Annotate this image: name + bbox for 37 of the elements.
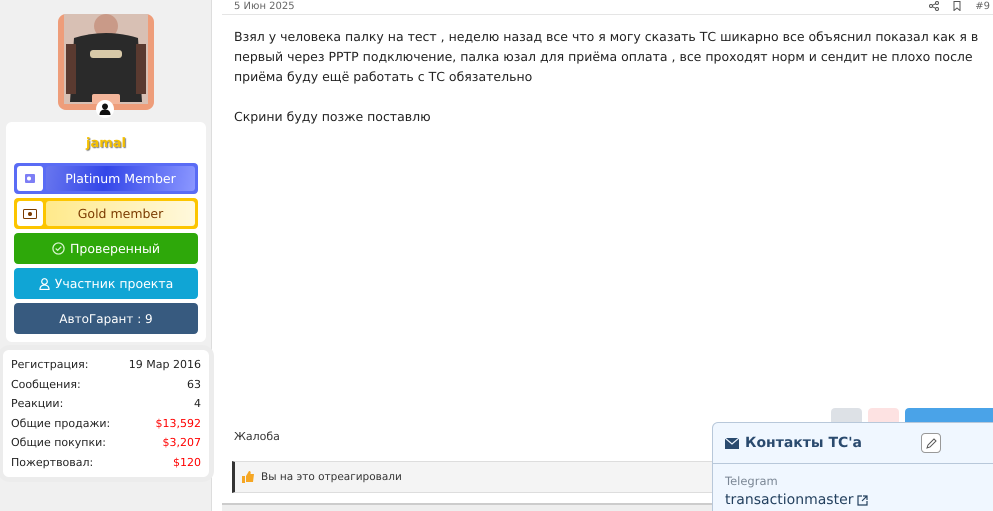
safe-icon [24,172,36,184]
contact-label: Telegram [725,474,779,488]
user-banner: Проверенный [14,233,198,264]
stat-value: $3,207 [162,435,201,451]
thumbs-up-icon [241,470,255,484]
user-banner: Участник проекта [14,268,198,299]
stat-value: 4 [194,396,201,412]
post-paragraph: Взял у человека палку на тест , неделю назад все что я могу сказать ТС шикарно все объяснил показал как я в первый через PPTP подключение, палка юзал для приёма оплата , все проходят норм и сендит не плохо после приёма буду ещё работать с ТС обязательно [234,28,980,86]
money-icon [23,208,37,218]
stat-value: 63 [187,376,201,392]
contact-link[interactable]: transactionmaster [725,492,868,508]
envelope-icon [725,438,739,448]
stat-value: 19 Мар 2016 [128,357,201,373]
share-icon[interactable] [929,1,940,11]
check-circle-icon [52,242,65,255]
stat-label: Пожертвовал: [11,454,94,470]
stat-label: Общие продажи: [11,416,110,432]
pencil-icon [926,438,936,448]
user-icon [38,278,50,290]
user-banner: Platinum Member [14,163,198,194]
post-date[interactable]: 5 Июн 2025 [234,0,295,12]
external-link-icon [857,494,868,506]
popup-title: Контакты ТС'a [745,435,862,451]
post-number[interactable]: #9 [975,0,990,12]
user-banner: АвтоГарант : 9 [14,303,198,334]
user-icon [96,100,114,118]
edit-button[interactable] [921,433,941,453]
bookmark-icon[interactable] [953,1,962,11]
stat-label: Регистрация: [11,357,88,373]
reactions-text: Вы на это отреагировали [261,471,402,483]
stat-value: $13,592 [156,416,201,432]
stat-label: Реакции: [11,396,64,412]
stat-value: $120 [173,454,201,470]
post-paragraph: Скрини буду позже поставлю [234,108,432,126]
stat-label: Общие покупки: [11,435,106,451]
stat-label: Сообщения: [11,376,81,392]
user-banner: Gold member [14,198,198,229]
